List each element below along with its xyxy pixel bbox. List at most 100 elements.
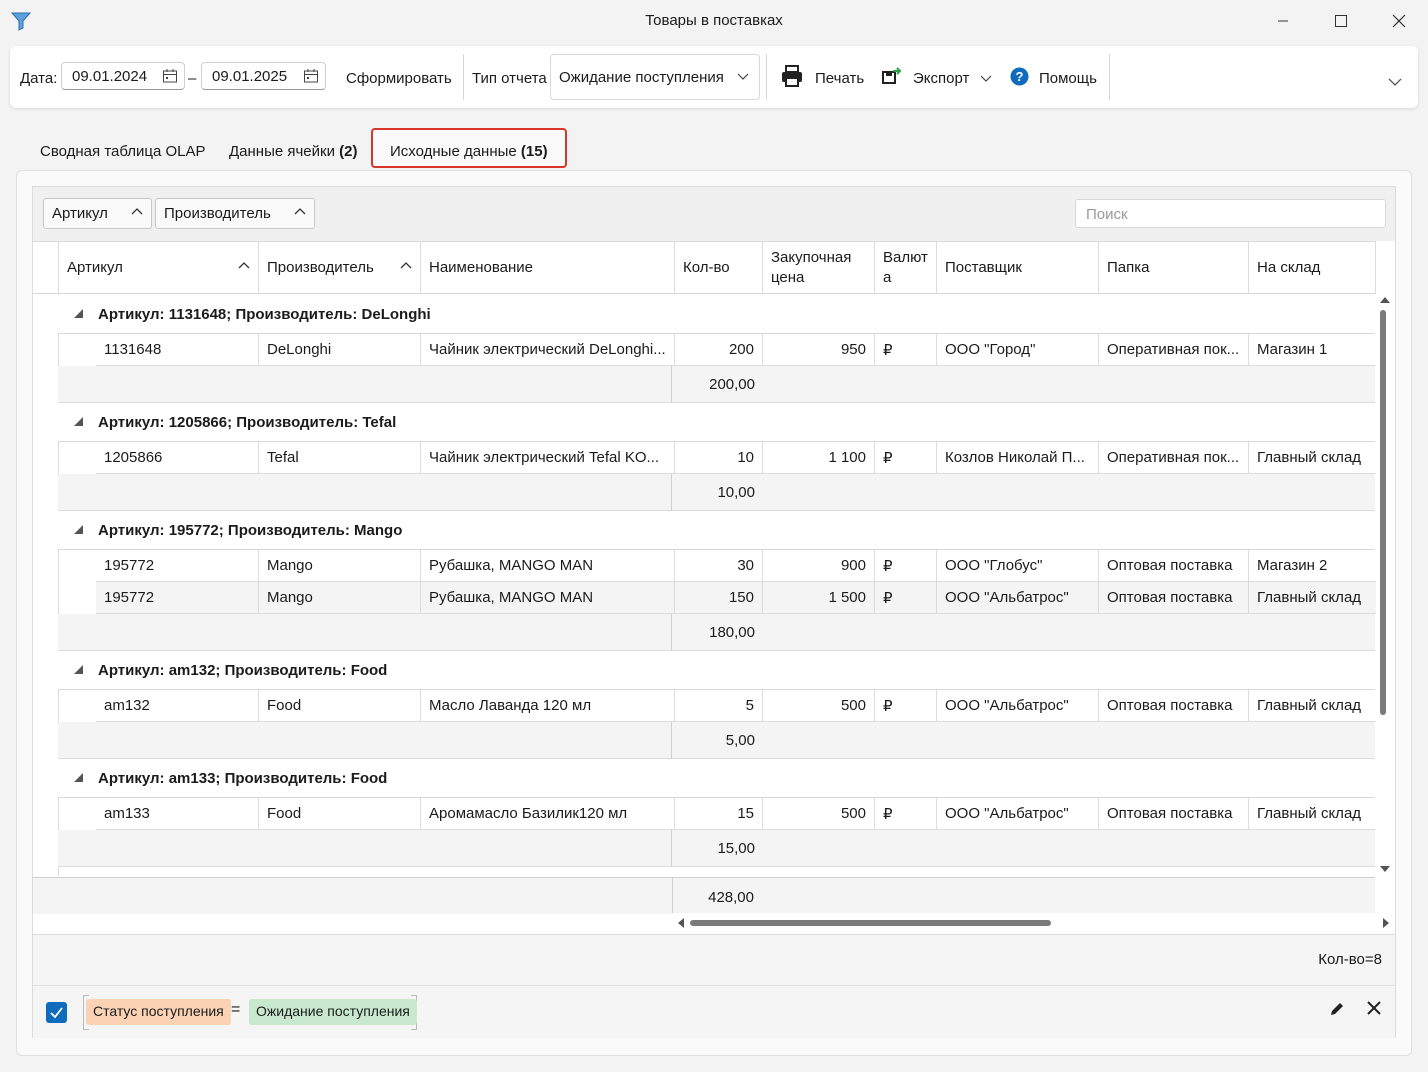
table-cell[interactable]: ₽ [874, 442, 936, 473]
column-header-article[interactable]: Артикул [58, 241, 258, 294]
collapse-group-icon[interactable] [74, 665, 83, 674]
group-row[interactable]: Артикул: 1131648; Производитель: DeLongh… [58, 295, 1375, 334]
table-cell[interactable]: Рубашка, MANGO MAN [420, 582, 674, 613]
group-row[interactable]: Артикул: 195772; Производитель: Mango [58, 511, 1375, 550]
table-cell[interactable]: Mango [258, 550, 420, 581]
table-cell[interactable]: am133 [96, 798, 258, 829]
table-cell[interactable]: Главный склад [1248, 582, 1376, 613]
table-cell[interactable]: Чайник электрический Tefal KO... [420, 442, 674, 473]
table-cell[interactable]: 1 500 [762, 582, 874, 613]
table-cell[interactable]: 950 [762, 334, 874, 365]
calendar-icon[interactable] [162, 68, 178, 84]
table-cell[interactable]: Оптовая поставка [1098, 582, 1248, 613]
column-header-price[interactable]: Закупочная цена [762, 241, 874, 294]
tab-source-data[interactable]: Исходные данные (15) [390, 143, 548, 160]
filter-enabled-checkbox[interactable] [46, 1002, 67, 1023]
scroll-down-arrow-icon[interactable] [1380, 865, 1390, 873]
collapse-group-icon[interactable] [74, 525, 83, 534]
table-cell[interactable]: ₽ [874, 550, 936, 581]
tab-cell-data[interactable]: Данные ячейки (2) [229, 143, 357, 160]
table-cell[interactable]: Оперативная пок... [1098, 442, 1248, 473]
group-chip-article[interactable]: Артикул [43, 198, 152, 229]
table-cell[interactable]: DeLonghi [258, 334, 420, 365]
table-cell[interactable]: Food [258, 690, 420, 721]
table-cell[interactable]: 195772 [96, 582, 258, 613]
table-row[interactable]: 195772 Mango Рубашка, MANGO MAN 150 1 500 ₽ ОО… [96, 582, 1376, 614]
help-button[interactable]: ? Помощь [1010, 64, 1102, 92]
table-cell[interactable]: 1 100 [762, 442, 874, 473]
table-cell[interactable]: Оптовая поставка [1098, 798, 1248, 829]
filter-operator[interactable]: = [231, 1001, 240, 1019]
table-cell[interactable]: Козлов Николай П... [936, 442, 1098, 473]
collapse-group-icon[interactable] [74, 309, 83, 318]
table-cell[interactable]: Оптовая поставка [1098, 550, 1248, 581]
column-header-warehouse[interactable]: На склад [1248, 241, 1376, 294]
vertical-scroll-thumb[interactable] [1380, 310, 1386, 715]
column-header-qty[interactable]: Кол-во [674, 241, 762, 294]
group-row[interactable]: Артикул: am132; Производитель: Food [58, 651, 1375, 690]
table-cell[interactable]: 195772 [96, 550, 258, 581]
table-row[interactable]: 1131648 DeLonghi Чайник электрический DeLo… [96, 334, 1376, 366]
table-cell[interactable]: ООО "Глобус" [936, 550, 1098, 581]
table-cell[interactable]: Магазин 1 [1248, 334, 1376, 365]
column-header-folder[interactable]: Папка [1098, 241, 1248, 294]
table-cell[interactable]: Tefal [258, 442, 420, 473]
scroll-right-arrow-icon[interactable] [1382, 918, 1390, 928]
table-cell[interactable]: Оперативная пок... [1098, 334, 1248, 365]
toolbar-expand-chevron-icon[interactable] [1388, 78, 1402, 87]
table-cell[interactable]: Оптовая поставка [1098, 690, 1248, 721]
collapse-group-icon[interactable] [74, 417, 83, 426]
tab-olap[interactable]: Сводная таблица OLAP [40, 143, 206, 160]
table-cell[interactable]: 30 [674, 550, 762, 581]
table-row[interactable]: am132 Food Масло Лаванда 120 мл 5 500 ₽ ООО "А… [96, 690, 1376, 722]
table-cell[interactable]: am132 [96, 690, 258, 721]
table-cell[interactable]: ₽ [874, 582, 936, 613]
table-cell[interactable]: Магазин 2 [1248, 550, 1376, 581]
table-cell[interactable]: Главный склад [1248, 442, 1376, 473]
clear-filter-icon[interactable] [1367, 1001, 1381, 1015]
table-cell[interactable]: Масло Лаванда 120 мл [420, 690, 674, 721]
table-row[interactable]: 1205866 Tefal Чайник электрический Tefal K… [96, 442, 1376, 474]
column-header-name[interactable]: Наименование [420, 241, 674, 294]
table-cell[interactable]: Чайник электрический DeLonghi... [420, 334, 674, 365]
search-input[interactable]: Поиск [1075, 199, 1386, 228]
table-cell[interactable]: ₽ [874, 690, 936, 721]
collapse-group-icon[interactable] [74, 773, 83, 782]
table-cell[interactable]: 900 [762, 550, 874, 581]
table-cell[interactable]: Главный склад [1248, 798, 1376, 829]
table-cell[interactable]: ООО "Альбатрос" [936, 582, 1098, 613]
horizontal-scroll-thumb[interactable] [690, 920, 1051, 926]
table-row[interactable]: am133 Food Аромамасло Базилик120 мл 15 500 ₽ О… [96, 798, 1376, 830]
vertical-scrollbar[interactable] [1376, 294, 1395, 876]
table-cell[interactable]: ₽ [874, 798, 936, 829]
group-chip-manufacturer[interactable]: Производитель [155, 198, 315, 229]
calendar-icon[interactable] [303, 68, 319, 84]
table-cell[interactable]: ООО "Альбатрос" [936, 798, 1098, 829]
table-cell[interactable]: Food [258, 798, 420, 829]
table-cell[interactable]: 1205866 [96, 442, 258, 473]
date-to-field[interactable]: 09.01.2025 [201, 62, 326, 90]
table-cell[interactable]: 500 [762, 690, 874, 721]
column-header-supplier[interactable]: Поставщик [936, 241, 1098, 294]
table-cell[interactable]: Рубашка, MANGO MAN [420, 550, 674, 581]
table-cell[interactable]: 1131648 [96, 334, 258, 365]
table-cell[interactable]: ООО "Город" [936, 334, 1098, 365]
generate-button[interactable]: Сформировать [346, 70, 452, 87]
table-cell[interactable]: 15 [674, 798, 762, 829]
scroll-up-arrow-icon[interactable] [1380, 296, 1390, 304]
edit-filter-icon[interactable] [1329, 1001, 1345, 1017]
table-cell[interactable]: 150 [674, 582, 762, 613]
date-from-field[interactable]: 09.01.2024 [61, 62, 185, 90]
close-window-button[interactable] [1370, 0, 1428, 42]
table-cell[interactable]: 10 [674, 442, 762, 473]
table-cell[interactable]: ООО "Альбатрос" [936, 690, 1098, 721]
filter-value-tag[interactable]: Ожидание поступления [249, 999, 417, 1025]
table-cell[interactable]: 200 [674, 334, 762, 365]
horizontal-scrollbar[interactable] [672, 913, 1395, 933]
minimize-button[interactable] [1254, 0, 1312, 42]
column-header-currency[interactable]: Валют а [874, 241, 936, 294]
maximize-button[interactable] [1312, 0, 1370, 42]
table-row[interactable]: 195772 Mango Рубашка, MANGO MAN 30 900 ₽ ООО "… [96, 550, 1376, 582]
column-header-manufacturer[interactable]: Производитель [258, 241, 420, 294]
export-button[interactable]: Экспорт [881, 64, 995, 92]
